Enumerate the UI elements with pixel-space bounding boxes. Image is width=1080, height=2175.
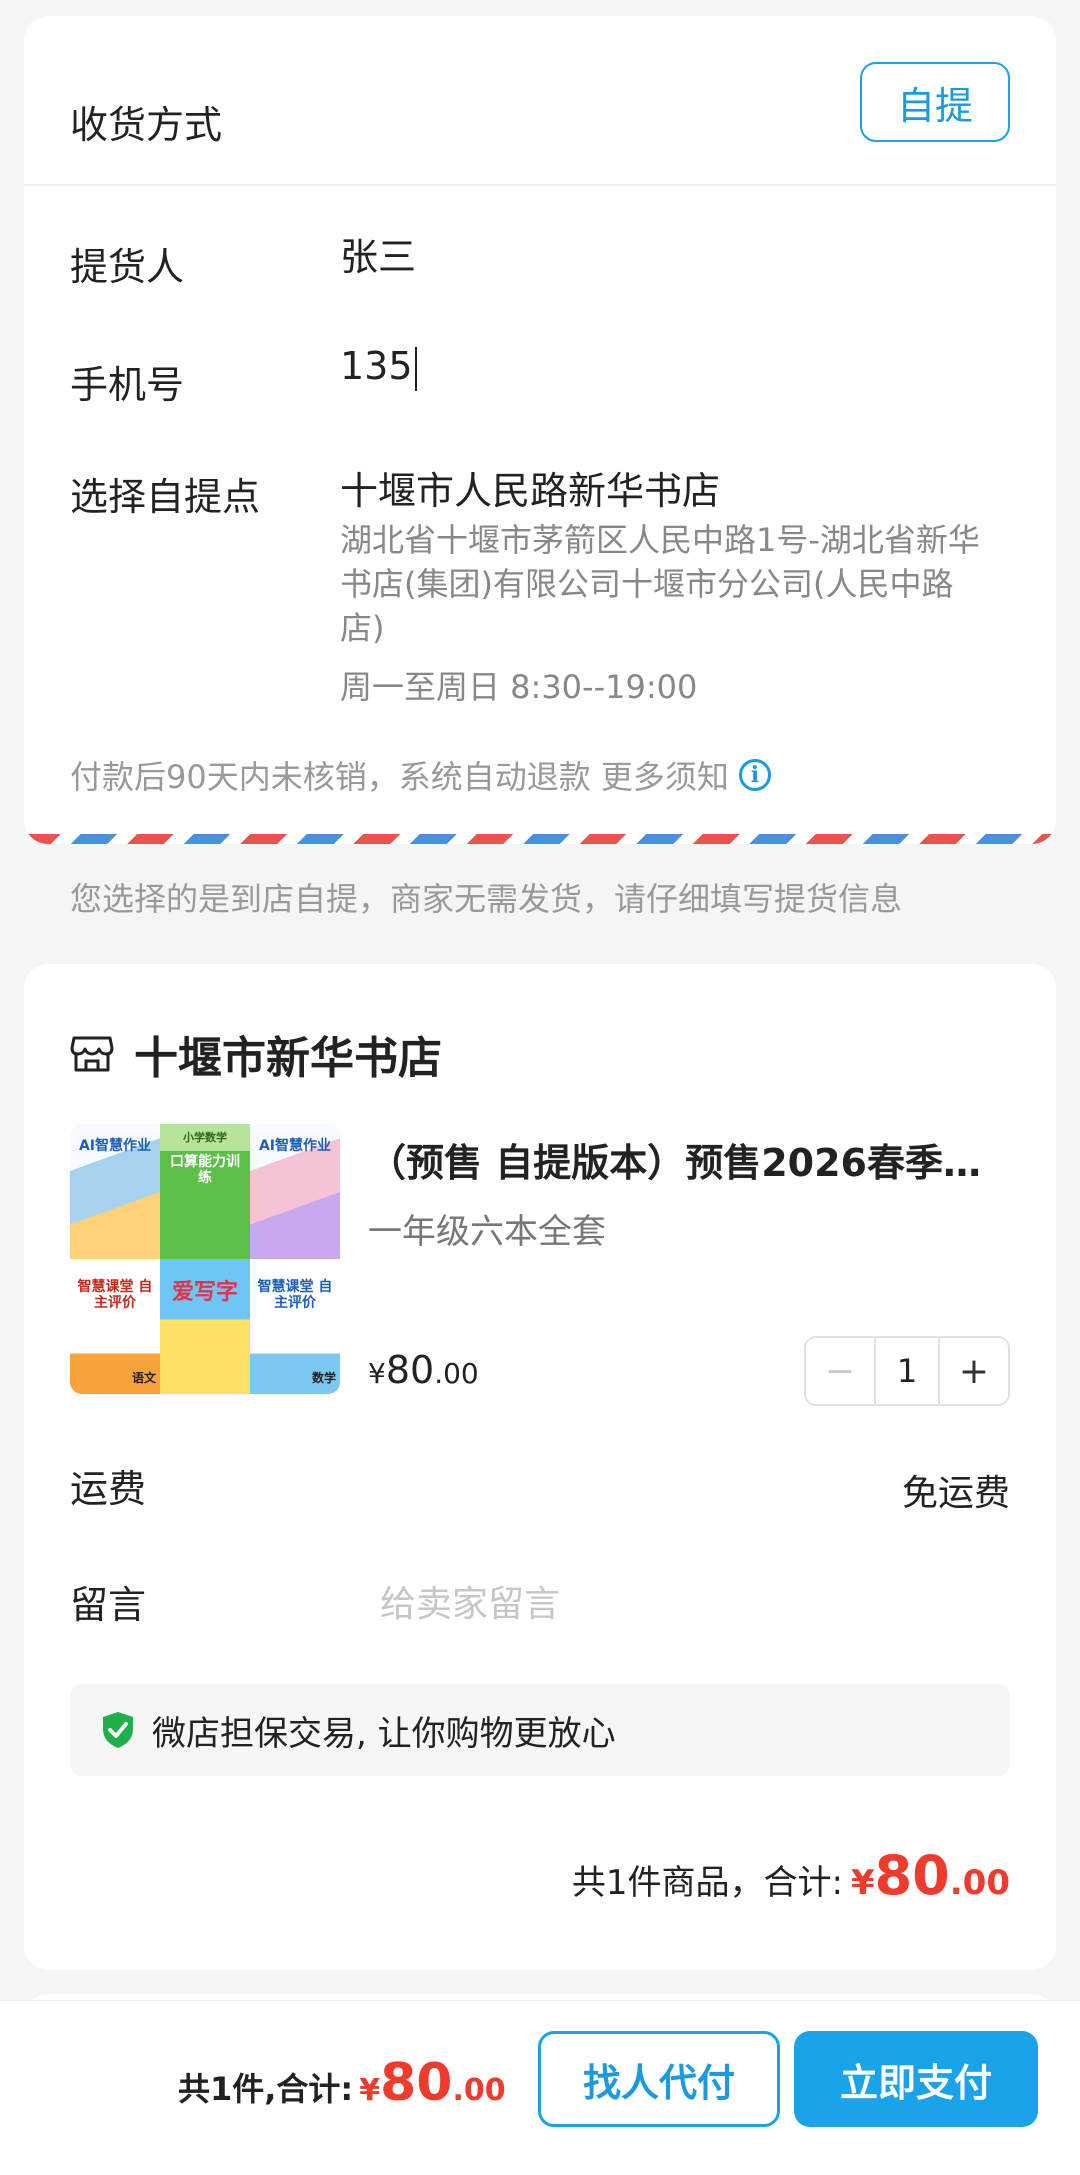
product-image[interactable]: AI智慧作业 小学数学 口算能力训练 AI智慧作业 智慧课堂 自主评价 语文 爱… — [70, 1124, 340, 1394]
shop-name: 十堰市新华书店 — [134, 1033, 442, 1084]
pickup-point-address: 湖北省十堰市茅箭区人民中路1号-湖北省新华书店(集团)有限公司十堰市分公司(人民… — [340, 521, 980, 647]
pickup-point-hours: 周一至周日 8:30--19:00 — [340, 668, 698, 706]
subtotal-label: 共1件商品，合计: — [571, 1863, 843, 1903]
refund-note-text: 付款后90天内未核销，系统自动退款 更多须知 — [70, 758, 729, 796]
delivery-card: 收货方式 自提 提货人 张三 手机号 135 选择自提点 十堰市人民路新华书店 … — [24, 16, 1056, 844]
book-cover-title: AI智慧作业 — [78, 1138, 152, 1154]
product-price: ¥80.00 — [368, 1348, 479, 1392]
checkout-total-currency: ¥ — [359, 2073, 381, 2108]
increase-quantity-button[interactable]: + — [940, 1338, 1008, 1404]
subtotal-currency: ¥ — [850, 1863, 875, 1903]
pickup-person-row[interactable]: 提货人 张三 — [70, 216, 1010, 289]
book-cover-title: 爱写字 — [171, 1280, 238, 1305]
shipping-value: 免运费 — [901, 1473, 1010, 1514]
price-decimal: .00 — [434, 1357, 479, 1390]
decrease-quantity-button[interactable]: − — [806, 1338, 874, 1404]
price-integer: 80 — [385, 1348, 435, 1392]
pickup-point-name[interactable]: 十堰市人民路新华书店 — [340, 460, 720, 515]
airmail-stripe-divider — [24, 834, 1056, 844]
book-cover: 爱写字 — [160, 1259, 250, 1394]
self-pickup-mode-button[interactable]: 自提 — [860, 62, 1010, 142]
delivery-method-title: 收货方式 — [70, 103, 223, 147]
shop-header[interactable]: 十堰市新华书店 — [70, 1022, 442, 1086]
subtotal-decimal: .00 — [949, 1863, 1010, 1903]
book-cover-subtitle: 小学数学 — [183, 1131, 227, 1144]
phone-row[interactable]: 手机号 135 — [70, 336, 1010, 407]
order-subtotal: 共1件商品，合计: ¥80.00 — [572, 1844, 1010, 1907]
pickup-hint-text: 您选择的是到店自提，商家无需发货，请仔细填写提货信息 — [70, 880, 903, 918]
book-cover-title: 智慧课堂 自主评价 — [257, 1279, 333, 1311]
shop-order-card: 十堰市新华书店 AI智慧作业 小学数学 口算能力训练 AI智慧作业 智慧课堂 自… — [24, 964, 1056, 1970]
phone-value: 135 — [340, 344, 413, 388]
book-cover: 智慧课堂 自主评价 语文 — [70, 1259, 160, 1394]
checkout-bar: 共1件,合计: ¥80.00 找人代付 立即支付 — [0, 2000, 1080, 2175]
phone-field[interactable]: 135 — [340, 344, 417, 391]
checkout-total-decimal: .00 — [452, 2073, 506, 2108]
book-cover-subject: 语文 — [131, 1371, 156, 1385]
message-to-seller-input[interactable] — [380, 1574, 1000, 1634]
book-cover: 智慧课堂 自主评价 数学 — [250, 1259, 340, 1394]
subtotal-integer: 80 — [874, 1844, 950, 1907]
quantity-stepper: − 1 + — [804, 1336, 1010, 1406]
pickup-person-label: 提货人 — [70, 245, 185, 289]
pickup-point-label: 选择自提点 — [70, 475, 261, 519]
message-label: 留言 — [70, 1583, 147, 1627]
guarantee-text: 微店担保交易, 让你购物更放心 — [152, 1713, 616, 1754]
text-caret — [414, 346, 417, 391]
book-cover-title: 智慧课堂 自主评价 — [77, 1279, 153, 1311]
pickup-person-field[interactable]: 张三 — [340, 226, 416, 281]
book-cover-title: AI智慧作业 — [258, 1138, 332, 1154]
shield-check-icon — [103, 1712, 133, 1748]
quantity-value[interactable]: 1 — [874, 1338, 940, 1404]
delivery-header: 收货方式 自提 — [24, 16, 1056, 186]
book-cover: AI智慧作业 — [70, 1124, 160, 1259]
book-cover: 小学数学 口算能力训练 — [160, 1124, 250, 1259]
pay-now-button[interactable]: 立即支付 — [794, 2031, 1038, 2127]
refund-note[interactable]: 付款后90天内未核销，系统自动退款 更多须知 i — [70, 752, 771, 798]
phone-label: 手机号 — [70, 363, 185, 407]
product-sku: 一年级六本全套 — [368, 1212, 606, 1252]
store-icon — [70, 1036, 114, 1072]
price-currency: ¥ — [368, 1357, 386, 1390]
book-cover-subject: 数学 — [311, 1371, 336, 1385]
ask-friend-to-pay-button[interactable]: 找人代付 — [538, 2031, 780, 2127]
checkout-total-label: 共1件,合计: — [178, 2070, 354, 2108]
shipping-label: 运费 — [70, 1467, 147, 1511]
guarantee-banner: 微店担保交易, 让你购物更放心 — [70, 1684, 1010, 1776]
checkout-total-integer: 80 — [380, 2053, 453, 2113]
book-cover-title: 口算能力训练 — [170, 1154, 240, 1186]
info-icon[interactable]: i — [738, 759, 771, 791]
product-title[interactable]: （预售 自提版本）预售2026春季… — [368, 1132, 1018, 1187]
book-cover: AI智慧作业 — [250, 1124, 340, 1259]
checkout-total: 共1件,合计: ¥80.00 — [178, 2053, 506, 2113]
